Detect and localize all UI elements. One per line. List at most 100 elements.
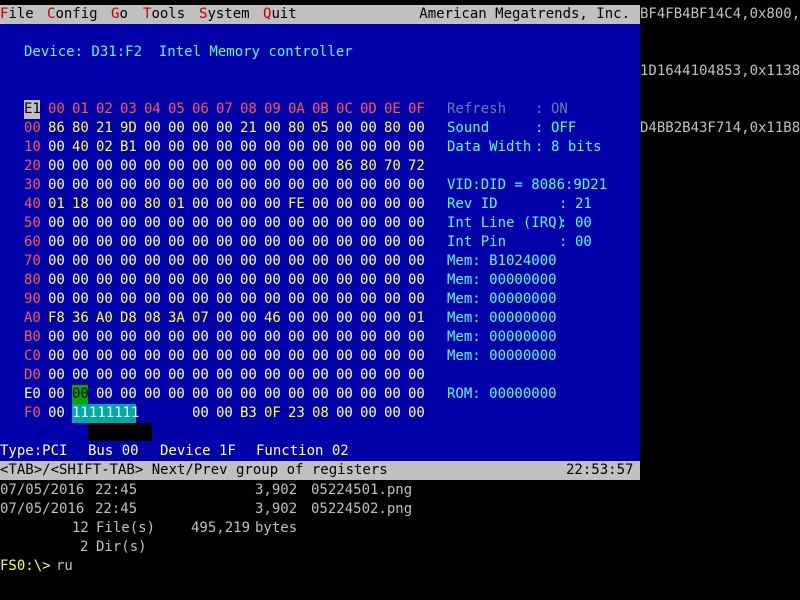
grid-cell[interactable]: 00 [360, 309, 377, 328]
grid-cell[interactable]: 00 [216, 176, 233, 195]
grid-cell[interactable]: 00 [72, 271, 89, 290]
grid-cell[interactable]: 9D [120, 119, 137, 138]
grid-cell[interactable]: 00 [336, 138, 353, 157]
grid-cell[interactable]: 00 [384, 328, 401, 347]
grid-cell[interactable]: 00 [192, 195, 209, 214]
grid-cell[interactable]: 00 [408, 328, 425, 347]
grid-cell[interactable]: 00 [408, 252, 425, 271]
grid-cell[interactable]: 00 [144, 328, 161, 347]
grid-cell[interactable]: 00 [312, 328, 329, 347]
grid-cell[interactable]: 00 [48, 214, 65, 233]
grid-cell[interactable]: 00 [384, 195, 401, 214]
grid-cell[interactable]: 86 [336, 157, 353, 176]
grid-cell[interactable]: 00 [288, 271, 305, 290]
grid-cell[interactable]: 00 [288, 347, 305, 366]
grid-cell[interactable]: 00 [168, 176, 185, 195]
grid-cell[interactable]: 00 [264, 290, 281, 309]
grid-cell[interactable]: 00 [360, 195, 377, 214]
grid-cell[interactable]: 07 [192, 309, 209, 328]
grid-cell[interactable]: 00 [120, 290, 137, 309]
grid-cell[interactable]: 00 [72, 157, 89, 176]
grid-cell[interactable]: 00 [120, 214, 137, 233]
grid-cell[interactable]: 00 [312, 271, 329, 290]
grid-cell[interactable]: 00 [48, 366, 65, 385]
grid-cell[interactable]: 00 [144, 385, 161, 404]
grid-cell[interactable]: 00 [192, 233, 209, 252]
grid-cell[interactable]: 05 [312, 119, 329, 138]
grid-cell[interactable]: 00 [336, 252, 353, 271]
grid-cell[interactable]: 00 [288, 157, 305, 176]
grid-cell[interactable]: 00 [264, 138, 281, 157]
grid-cell[interactable]: 00 [72, 366, 89, 385]
grid-cell[interactable]: 00 [336, 195, 353, 214]
grid-cell[interactable]: 00 [120, 233, 137, 252]
grid-cell[interactable]: 00 [288, 366, 305, 385]
grid-cell[interactable]: 00 [192, 214, 209, 233]
grid-cell[interactable]: 00 [168, 138, 185, 157]
grid-cell[interactable]: 00 [96, 290, 113, 309]
grid-cell[interactable]: 00 [216, 366, 233, 385]
grid-cell[interactable]: 00 [216, 309, 233, 328]
grid-cell[interactable]: 00 [96, 195, 113, 214]
grid-cell[interactable]: 72 [408, 157, 425, 176]
grid-cell[interactable]: 00 [384, 233, 401, 252]
grid-cell[interactable]: 70 [384, 157, 401, 176]
grid-cell[interactable]: 00 [360, 347, 377, 366]
grid-cell[interactable]: 00 [216, 271, 233, 290]
grid-cell[interactable]: 00 [288, 328, 305, 347]
grid-cell[interactable]: 00 [192, 157, 209, 176]
grid-cell[interactable]: 00 [240, 176, 257, 195]
grid-cell[interactable]: 80 [288, 119, 305, 138]
grid-cell[interactable]: 00 [144, 119, 161, 138]
grid-cell[interactable]: 00 [312, 214, 329, 233]
menu-go[interactable]: Go [111, 5, 128, 24]
grid-cell[interactable]: B1 [120, 138, 137, 157]
grid-cell[interactable]: 00 [72, 328, 89, 347]
grid-cell[interactable]: 00 [288, 233, 305, 252]
grid-cell[interactable]: 00 [264, 157, 281, 176]
grid-cell[interactable]: 00 [72, 214, 89, 233]
grid-cell[interactable]: 00 [384, 176, 401, 195]
grid-cell[interactable]: 23 [288, 404, 305, 423]
grid-cell[interactable]: 00 [96, 328, 113, 347]
grid-cell[interactable]: 00 [264, 328, 281, 347]
grid-cell[interactable]: 00 [216, 195, 233, 214]
grid-cell[interactable]: 00 [408, 233, 425, 252]
grid-cell[interactable]: 00 [408, 404, 425, 423]
grid-cell[interactable]: 00 [408, 195, 425, 214]
grid-cell[interactable]: 36 [72, 309, 89, 328]
grid-cell[interactable]: 00 [264, 233, 281, 252]
grid-cell[interactable]: 00 [312, 366, 329, 385]
grid-cell[interactable]: 00 [288, 252, 305, 271]
grid-cell[interactable]: 00 [240, 157, 257, 176]
grid-cell[interactable]: 00 [264, 366, 281, 385]
grid-cell[interactable]: 00 [144, 252, 161, 271]
grid-cell[interactable]: 3A [168, 309, 185, 328]
grid-cell[interactable]: 00 [96, 157, 113, 176]
grid-cell[interactable]: 00 [384, 309, 401, 328]
grid-cell[interactable]: 00 [336, 347, 353, 366]
grid-cell[interactable]: 00 [288, 176, 305, 195]
grid-cell[interactable]: 80 [72, 119, 89, 138]
grid-cell[interactable]: 00 [312, 385, 329, 404]
grid-cell[interactable]: 00 [168, 214, 185, 233]
width-label[interactable]: Data Width [447, 138, 531, 157]
grid-cell[interactable]: 00 [120, 252, 137, 271]
grid-cell[interactable]: 00 [336, 271, 353, 290]
grid-cell[interactable]: 00 [48, 404, 65, 423]
grid-cell[interactable]: 00 [96, 214, 113, 233]
grid-cell[interactable]: 21 [240, 119, 257, 138]
grid-cell[interactable]: 00 [216, 328, 233, 347]
grid-cell[interactable]: 00 [72, 252, 89, 271]
grid-cell[interactable]: 00 [312, 157, 329, 176]
grid-cell[interactable]: 00 [360, 328, 377, 347]
grid-cell[interactable]: 00 [360, 119, 377, 138]
grid-cell[interactable]: 00 [360, 138, 377, 157]
grid-cell[interactable]: 00 [336, 290, 353, 309]
grid-cell[interactable]: 00 [240, 214, 257, 233]
grid-cell[interactable]: 00 [240, 309, 257, 328]
grid-cell[interactable]: 00 [360, 271, 377, 290]
grid-cell[interactable]: 00 [216, 119, 233, 138]
grid-cell[interactable]: 00 [120, 385, 137, 404]
grid-cell[interactable]: 40 [72, 138, 89, 157]
